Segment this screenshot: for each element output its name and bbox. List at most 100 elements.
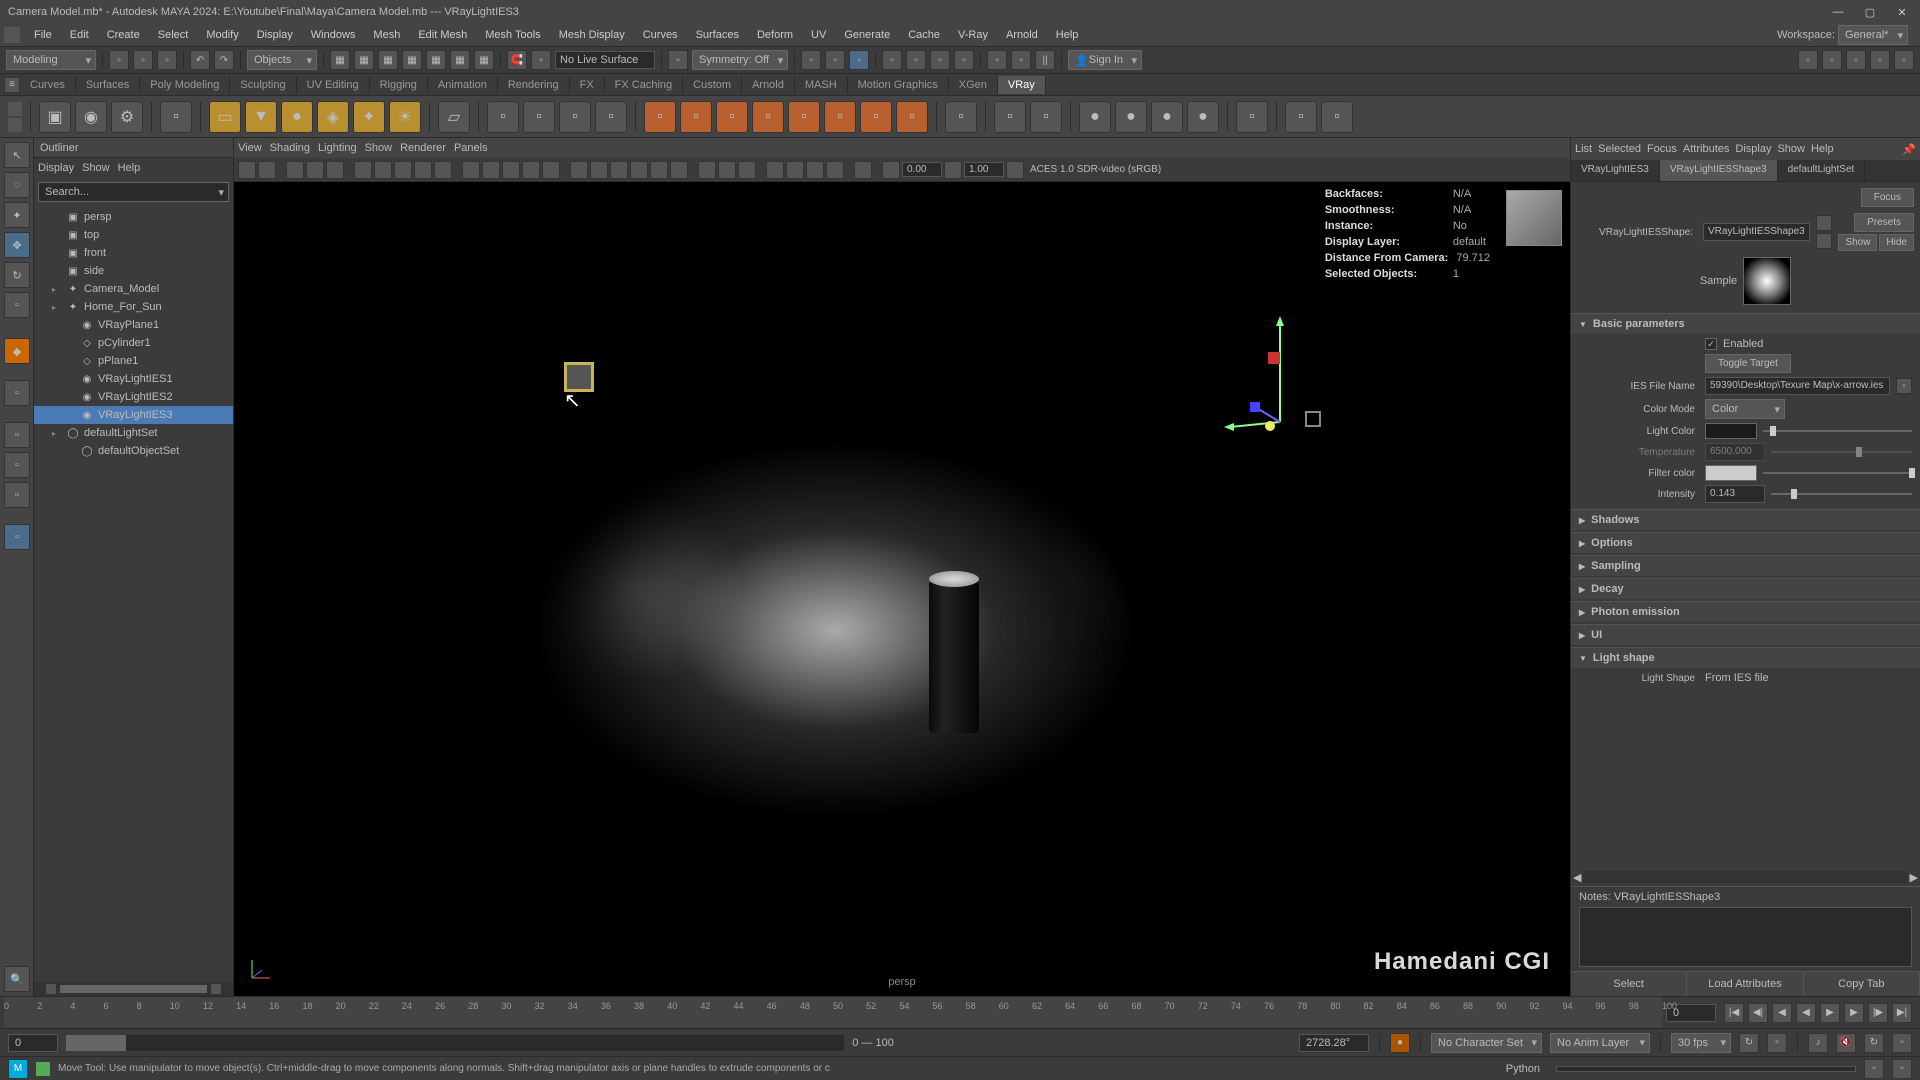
- vp-lights-icon[interactable]: [522, 161, 540, 179]
- intensity-slider[interactable]: [1771, 486, 1912, 502]
- range-slider[interactable]: [66, 1035, 844, 1051]
- outliner-item-VRayLightIES3[interactable]: ◉VRayLightIES3: [34, 406, 233, 424]
- vp-more-icon[interactable]: [854, 161, 872, 179]
- step-back-button[interactable]: ◀: [1772, 1003, 1792, 1023]
- section-photon[interactable]: ▶Photon emission: [1571, 602, 1920, 622]
- magnet-icon[interactable]: 🧲: [507, 50, 527, 70]
- vray-proxy3-icon[interactable]: ▫: [559, 101, 591, 133]
- focus-button[interactable]: Focus: [1861, 188, 1914, 207]
- shelf-tab-custom[interactable]: Custom: [683, 76, 742, 94]
- outliner-item-pCylinder1[interactable]: ◇pCylinder1: [34, 334, 233, 352]
- menu-uv[interactable]: UV: [803, 27, 834, 43]
- workspace-dropdown[interactable]: General*: [1838, 25, 1908, 45]
- vray-tool-icon[interactable]: ▫: [1236, 101, 1268, 133]
- script-lang[interactable]: Python: [1498, 1063, 1548, 1075]
- menu-windows[interactable]: Windows: [303, 27, 364, 43]
- outliner-search[interactable]: Search...: [38, 182, 229, 202]
- outliner-item-Home_For_Sun[interactable]: ▸✦Home_For_Sun: [34, 298, 233, 316]
- vray-light-sun-icon[interactable]: ☀: [389, 101, 421, 133]
- last-tool[interactable]: ◆: [4, 338, 30, 364]
- outliner-menu-display[interactable]: Display: [38, 162, 74, 174]
- vray-light-sphere-icon[interactable]: ●: [281, 101, 313, 133]
- outliner-item-VRayLightIES1[interactable]: ◉VRayLightIES1: [34, 370, 233, 388]
- attr-menu-focus[interactable]: Focus: [1647, 143, 1677, 155]
- outliner-toggle[interactable]: ▫: [4, 524, 30, 550]
- scale-tool[interactable]: ▫: [4, 292, 30, 318]
- snap-point-icon[interactable]: ▦: [378, 50, 398, 70]
- menu-edit[interactable]: Edit: [62, 27, 97, 43]
- load-icon[interactable]: [1816, 215, 1832, 231]
- vray-decal-icon[interactable]: ▫: [1030, 101, 1062, 133]
- section-sampling[interactable]: ▶Sampling: [1571, 556, 1920, 576]
- command-input[interactable]: [1556, 1066, 1856, 1072]
- outliner-item-VRayPlane1[interactable]: ◉VRayPlane1: [34, 316, 233, 334]
- toolsettings-icon[interactable]: ▫: [1846, 50, 1866, 70]
- playblast-icon[interactable]: ▫: [987, 50, 1007, 70]
- outliner-item-pPlane1[interactable]: ◇pPlane1: [34, 352, 233, 370]
- snap-live-icon[interactable]: ▦: [474, 50, 494, 70]
- vp-exposure-value[interactable]: 0.00: [902, 162, 942, 177]
- shelf-tab-surfaces[interactable]: Surfaces: [76, 76, 140, 94]
- attr-menu-display[interactable]: Display: [1735, 143, 1771, 155]
- ipr-icon[interactable]: ▫: [906, 50, 926, 70]
- vp-menu-view[interactable]: View: [238, 142, 262, 154]
- make-live-icon[interactable]: ▫: [531, 50, 551, 70]
- close-button[interactable]: ✕: [1892, 2, 1912, 22]
- copy-icon[interactable]: [1816, 233, 1832, 249]
- new-scene-icon[interactable]: ▫: [109, 50, 129, 70]
- shelf-tab-mash[interactable]: MASH: [795, 76, 848, 94]
- vray-proxy2-icon[interactable]: ▫: [523, 101, 555, 133]
- paint-select-tool[interactable]: ✦: [4, 202, 30, 228]
- animlayer-dropdown[interactable]: No Anim Layer: [1550, 1033, 1650, 1053]
- menu-modify[interactable]: Modify: [198, 27, 246, 43]
- vp-aa-icon[interactable]: [650, 161, 668, 179]
- symmetry-dropdown[interactable]: Symmetry: Off: [692, 50, 788, 70]
- select-button[interactable]: Select: [1571, 972, 1687, 996]
- vray-cloud-icon[interactable]: ▫: [1285, 101, 1317, 133]
- notes-textarea[interactable]: [1579, 907, 1912, 967]
- minimize-button[interactable]: —: [1828, 2, 1848, 22]
- vp-colorspace[interactable]: ACES 1.0 SDR-video (sRGB): [1026, 164, 1161, 175]
- attr-pin-icon[interactable]: 📌: [1902, 143, 1916, 156]
- vray-material3-icon[interactable]: ●: [1151, 101, 1183, 133]
- menu-vray[interactable]: V-Ray: [950, 27, 996, 43]
- outliner-item-Camera_Model[interactable]: ▸✦Camera_Model: [34, 280, 233, 298]
- attr-tab-shape[interactable]: VRayLightIESShape3: [1660, 160, 1778, 181]
- vp-menu-renderer[interactable]: Renderer: [400, 142, 446, 154]
- snap-ref-icon[interactable]: ▦: [426, 50, 446, 70]
- menu-arnold[interactable]: Arnold: [998, 27, 1046, 43]
- outliner-menu-show[interactable]: Show: [82, 162, 110, 174]
- menu-display[interactable]: Display: [249, 27, 301, 43]
- redo-icon[interactable]: ↷: [214, 50, 234, 70]
- snap-plane-icon[interactable]: ▦: [402, 50, 422, 70]
- copy-tab-button[interactable]: Copy Tab: [1804, 972, 1920, 996]
- vp-bookmark-icon[interactable]: [258, 161, 276, 179]
- filtercolor-slider[interactable]: [1763, 465, 1912, 481]
- toggle-target-button[interactable]: Toggle Target: [1705, 354, 1791, 373]
- snap-grid-icon[interactable]: ▦: [330, 50, 350, 70]
- vray-fur-icon[interactable]: ▫: [644, 101, 676, 133]
- vp-isolate-icon[interactable]: [570, 161, 588, 179]
- vp-colorspace-icon[interactable]: [1006, 161, 1024, 179]
- vp-gate-icon[interactable]: [414, 161, 432, 179]
- step-forward-key-button[interactable]: |▶: [1868, 1003, 1888, 1023]
- vp-exposure-icon[interactable]: [882, 161, 900, 179]
- vp-wire-icon[interactable]: [462, 161, 480, 179]
- shelf-tab-curves[interactable]: Curves: [20, 76, 76, 94]
- vp-2dzoom-icon[interactable]: [306, 161, 324, 179]
- vray-fur6-icon[interactable]: ▫: [824, 101, 856, 133]
- vp-xray-icon[interactable]: [590, 161, 608, 179]
- vp-ao-icon[interactable]: [630, 161, 648, 179]
- viewport[interactable]: Backfaces:N/A Smoothness:N/A Instance:No…: [234, 182, 1570, 996]
- layout-persp-btn[interactable]: ▫: [4, 482, 30, 508]
- save-scene-icon[interactable]: ▫: [157, 50, 177, 70]
- show-button[interactable]: Show: [1838, 234, 1877, 251]
- vp-lightmode2-icon[interactable]: [806, 161, 824, 179]
- rendersettings-icon[interactable]: ▫: [930, 50, 950, 70]
- vray-fur5-icon[interactable]: ▫: [788, 101, 820, 133]
- open-scene-icon[interactable]: ▫: [133, 50, 153, 70]
- vray-vfb-icon[interactable]: ▫: [160, 101, 192, 133]
- attr-menu-selected[interactable]: Selected: [1598, 143, 1641, 155]
- vp-film-icon[interactable]: [374, 161, 392, 179]
- vray-clipper-icon[interactable]: ▫: [994, 101, 1026, 133]
